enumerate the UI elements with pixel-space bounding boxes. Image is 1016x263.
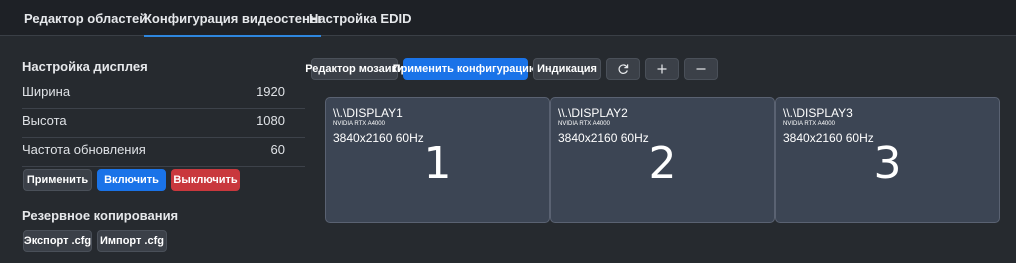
tab-bar: Редактор областей Конфигурация видеостен… [0, 0, 1016, 37]
display-tile-3[interactable]: \\.\DISPLAY3 NVIDIA RTX A4000 3840x2160 … [775, 97, 1000, 223]
apply-button[interactable]: Применить [23, 169, 92, 191]
display-gpu: NVIDIA RTX A4000 [558, 121, 610, 127]
backup-title: Резервное копирования [22, 208, 179, 223]
height-input[interactable]: 1080 [256, 113, 285, 128]
indication-button[interactable]: Индикация [533, 58, 601, 80]
enable-button[interactable]: Включить [97, 169, 166, 191]
width-label: Ширина [22, 84, 71, 99]
display-number: 2 [648, 138, 677, 189]
plus-icon [657, 64, 667, 74]
display-gpu: NVIDIA RTX A4000 [333, 121, 385, 127]
display-name: \\.\DISPLAY3 [783, 106, 853, 120]
apply-config-button[interactable]: Применить конфигурацию [393, 58, 538, 80]
refresh-rate-row: Частота обновления 60 [22, 138, 305, 167]
refresh-icon [618, 64, 629, 74]
minus-icon [696, 68, 706, 70]
refresh-rate-input[interactable]: 60 [271, 142, 285, 157]
remove-button[interactable] [684, 58, 718, 80]
display-number: 1 [423, 138, 452, 189]
height-label: Высота [22, 113, 67, 128]
add-button[interactable] [645, 58, 679, 80]
refresh-rate-label: Частота обновления [22, 142, 146, 157]
display-number: 3 [873, 138, 902, 189]
width-input[interactable]: 1920 [256, 84, 285, 99]
tab-edid-settings[interactable]: Настройка EDID [309, 0, 412, 36]
width-row: Ширина 1920 [22, 80, 305, 109]
disable-button[interactable]: Выключить [171, 169, 240, 191]
export-cfg-button[interactable]: Экспорт .cfg [23, 230, 92, 252]
mosaic-editor-button[interactable]: Редактор мозаики [305, 58, 404, 80]
tab-region-editor[interactable]: Редактор областей [24, 0, 147, 36]
height-row: Высота 1080 [22, 109, 305, 138]
tab-videowall-config[interactable]: Конфигурация видеостены [144, 0, 321, 37]
display-name: \\.\DISPLAY1 [333, 106, 403, 120]
display-settings-title: Настройка дисплея [22, 59, 148, 74]
display-tile-1[interactable]: \\.\DISPLAY1 NVIDIA RTX A4000 3840x2160 … [325, 97, 550, 223]
import-cfg-button[interactable]: Импорт .cfg [97, 230, 167, 252]
display-name: \\.\DISPLAY2 [558, 106, 628, 120]
display-tile-2[interactable]: \\.\DISPLAY2 NVIDIA RTX A4000 3840x2160 … [550, 97, 775, 223]
display-gpu: NVIDIA RTX A4000 [783, 121, 835, 127]
refresh-button[interactable] [606, 58, 640, 80]
